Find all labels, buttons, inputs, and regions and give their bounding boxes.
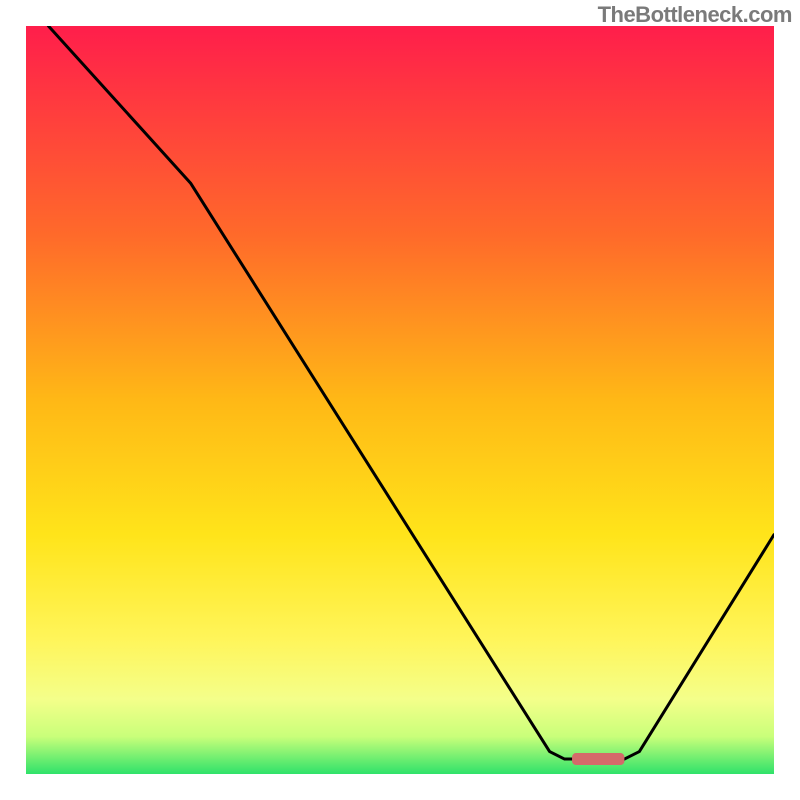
attribution-text: TheBottleneck.com [598,2,792,28]
plot-gradient-background [26,26,774,774]
optimum-marker [572,753,624,765]
bottleneck-chart [0,0,800,800]
